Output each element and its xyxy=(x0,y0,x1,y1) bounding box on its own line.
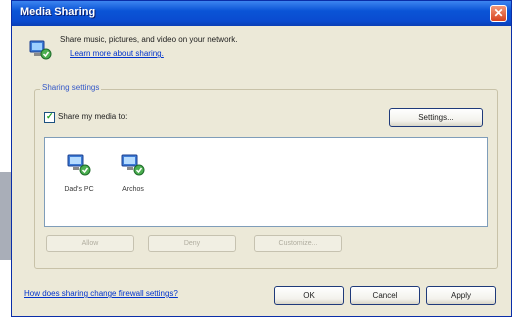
allow-button[interactable]: Allow xyxy=(46,235,134,252)
media-sharing-icon xyxy=(29,40,52,60)
firewall-help-link[interactable]: How does sharing change firewall setting… xyxy=(24,289,178,298)
settings-button[interactable]: Settings... xyxy=(389,108,483,127)
networked-computer-icon xyxy=(67,154,91,176)
sharing-settings-label: Sharing settings xyxy=(40,83,102,92)
device-list[interactable]: Dad's PC Archos xyxy=(44,137,488,227)
share-media-label: Share my media to: xyxy=(58,112,128,121)
media-sharing-dialog: Media Sharing ✕ Share music, pictures, a… xyxy=(11,0,512,317)
checkmark-icon: ✓ xyxy=(46,111,54,121)
intro-text: Share music, pictures, and video on your… xyxy=(60,35,238,44)
deny-button[interactable]: Deny xyxy=(148,235,236,252)
ok-button[interactable]: OK xyxy=(274,286,344,305)
cancel-button[interactable]: Cancel xyxy=(350,286,420,305)
apply-button[interactable]: Apply xyxy=(426,286,496,305)
close-icon: ✕ xyxy=(493,6,504,20)
close-button[interactable]: ✕ xyxy=(490,5,507,22)
title-bar[interactable]: Media Sharing ✕ xyxy=(12,1,511,26)
networked-computer-icon xyxy=(121,154,145,176)
device-item[interactable]: Archos xyxy=(113,152,153,193)
device-item[interactable]: Dad's PC xyxy=(59,152,99,193)
window-title: Media Sharing xyxy=(20,6,96,18)
device-label: Dad's PC xyxy=(64,186,94,193)
device-label: Archos xyxy=(122,186,144,193)
learn-more-link[interactable]: Learn more about sharing. xyxy=(70,49,164,58)
customize-button[interactable]: Customize... xyxy=(254,235,342,252)
share-media-checkbox[interactable]: ✓ xyxy=(44,111,55,123)
